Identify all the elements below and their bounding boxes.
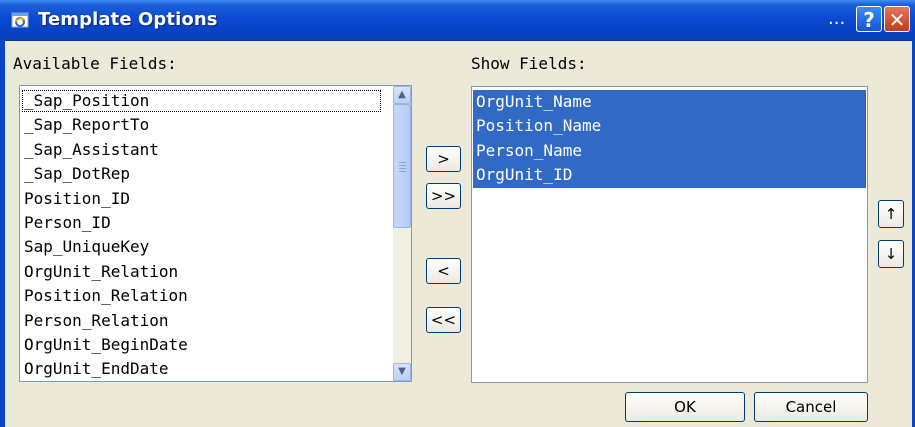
grip-line — [399, 162, 406, 163]
help-button[interactable]: ? — [856, 6, 882, 32]
close-icon: ✕ — [888, 8, 906, 32]
title-bar: Template Options ... ? ✕ — [0, 0, 915, 41]
close-button[interactable]: ✕ — [884, 6, 910, 32]
cancel-button[interactable]: Cancel — [754, 392, 868, 422]
grip-line — [399, 165, 406, 166]
scroll-thumb[interactable] — [393, 104, 411, 228]
list-item[interactable]: Person_Name — [473, 138, 866, 164]
list-item[interactable]: OrgUnit_EndDate — [21, 357, 382, 381]
available-scrollbar[interactable]: ▲ ▼ — [393, 86, 411, 381]
move-down-button[interactable]: ↓ — [878, 240, 904, 268]
list-item[interactable]: _Sap_Assistant — [21, 138, 382, 162]
move-up-button[interactable]: ↑ — [878, 200, 904, 228]
remove-all-fields-button[interactable]: << — [426, 307, 461, 333]
chevron-down-icon: ▼ — [398, 366, 406, 377]
add-all-fields-button[interactable]: >> — [426, 183, 461, 209]
window-frame-left — [0, 40, 5, 427]
list-item[interactable]: Person_ID — [21, 211, 382, 235]
grip-line — [399, 168, 406, 169]
show-fields-list[interactable]: OrgUnit_Name Position_Name Person_Name O… — [471, 86, 868, 383]
scroll-down-button[interactable]: ▼ — [393, 363, 411, 381]
list-item[interactable]: _Sap_Position — [21, 89, 382, 113]
list-item[interactable]: Sap_UniqueKey — [21, 235, 382, 259]
list-item[interactable]: Position_Name — [473, 114, 866, 139]
list-item[interactable]: Position_Relation — [21, 284, 382, 308]
add-field-button[interactable]: > — [426, 146, 461, 172]
chevron-up-icon: ▲ — [398, 89, 406, 100]
list-item[interactable]: Position_ID — [21, 187, 382, 211]
list-item[interactable]: _Sap_DotRep — [21, 162, 382, 186]
list-item[interactable]: OrgUnit_Name — [473, 90, 866, 115]
ie-window-icon — [11, 12, 29, 28]
available-fields-list[interactable]: _Sap_Position _Sap_ReportTo _Sap_Assista… — [19, 85, 412, 382]
show-fields-label: Show Fields: — [471, 54, 587, 73]
help-icon: ? — [863, 8, 875, 32]
ok-button[interactable]: OK — [625, 392, 745, 422]
scroll-up-button[interactable]: ▲ — [393, 86, 411, 104]
grip-line — [399, 171, 406, 172]
list-item[interactable]: Person_Relation — [21, 309, 382, 333]
available-fields-label: Available Fields: — [13, 54, 177, 73]
list-item[interactable]: OrgUnit_ID — [473, 163, 866, 188]
arrow-up-icon: ↑ — [884, 205, 898, 223]
arrow-down-icon: ↓ — [884, 245, 898, 263]
list-item[interactable]: _Sap_ReportTo — [21, 113, 382, 137]
window-menu-dots[interactable]: ... — [828, 8, 845, 29]
window-title: Template Options — [38, 9, 218, 30]
list-item[interactable]: OrgUnit_Relation — [21, 260, 382, 284]
remove-field-button[interactable]: < — [426, 258, 461, 284]
list-item[interactable]: OrgUnit_BeginDate — [21, 333, 382, 357]
